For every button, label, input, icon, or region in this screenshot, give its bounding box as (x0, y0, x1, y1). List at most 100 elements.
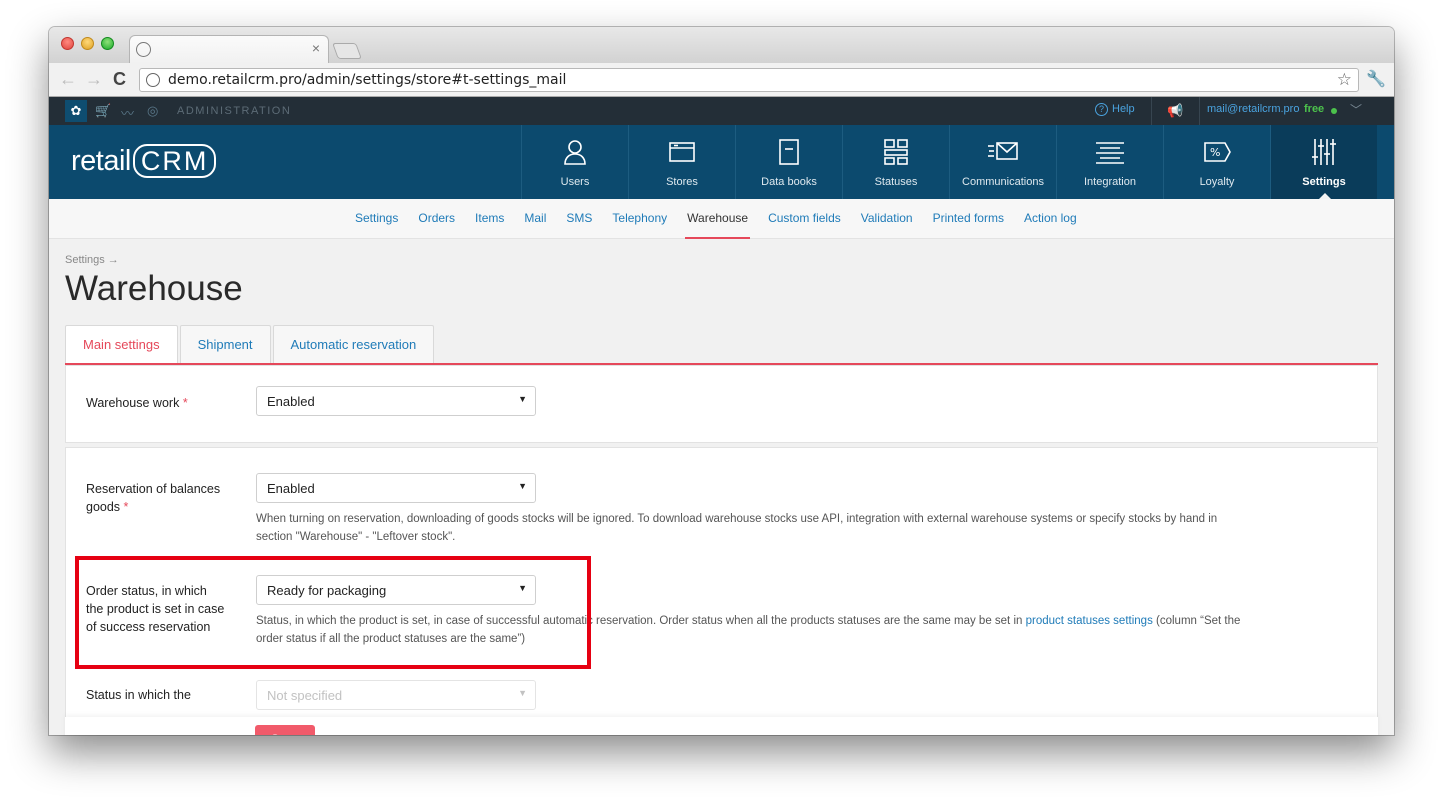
minimize-window-button[interactable] (81, 37, 94, 50)
target-icon[interactable]: ◎ (147, 103, 158, 119)
nav-users-label: Users (560, 176, 590, 188)
subnav-sms[interactable]: SMS (566, 211, 592, 225)
back-arrow-icon[interactable]: ← (59, 69, 77, 90)
caret-down-icon: ▼ (518, 688, 527, 698)
plan-badge: free (1304, 103, 1325, 115)
online-status-dot (1331, 108, 1337, 114)
settings-sliders-icon (1312, 139, 1336, 165)
subnav-validation[interactable]: Validation (861, 211, 913, 225)
subnav-warehouse[interactable]: Warehouse (685, 211, 750, 239)
close-tab-icon[interactable]: × (312, 40, 320, 56)
order-status-select[interactable]: Ready for packaging ▼ (256, 575, 536, 605)
logo-brand: CRM (132, 144, 217, 178)
loyalty-icon: % (1204, 142, 1231, 162)
globe-icon (136, 42, 151, 57)
nav-communications[interactable]: Communications (949, 125, 1056, 199)
save-button[interactable]: Save (255, 725, 315, 735)
address-bar[interactable]: demo.retailcrm.pro/admin/settings/store#… (139, 68, 1359, 92)
nav-loyalty-label: Loyalty (1199, 176, 1235, 188)
reservation-panel: Reservation of balances goods * Enabled … (65, 447, 1378, 735)
subnav-items[interactable]: Items (475, 211, 504, 225)
order-status-hint: Status, in which the product is set, in … (256, 612, 1256, 648)
admin-bar: ✿ 🛒 〰 ◎ ADMINISTRATION ? Help 📢 mail@reta… (49, 97, 1394, 125)
reload-icon[interactable]: C (113, 69, 126, 90)
nav-statuses[interactable]: Statuses (842, 125, 949, 199)
subnav-orders[interactable]: Orders (418, 211, 455, 225)
reservation-label-text: Reservation of balances goods (86, 482, 221, 514)
zoom-window-button[interactable] (101, 37, 114, 50)
subnav-telephony[interactable]: Telephony (612, 211, 667, 225)
megaphone-icon[interactable]: 📢 (1167, 103, 1183, 119)
nav-statuses-label: Statuses (874, 176, 918, 188)
tab-shipment[interactable]: Shipment (179, 325, 271, 363)
warehouse-work-value: Enabled (267, 394, 315, 409)
nav-settings[interactable]: Settings (1270, 125, 1377, 199)
nav-stores[interactable]: Stores (628, 125, 735, 199)
nav-data-books-label: Data books (761, 176, 817, 188)
next-field-select[interactable]: Not specified ▼ (256, 680, 536, 710)
user-email[interactable]: mail@retailcrm.pro (1207, 103, 1299, 115)
communications-icon (988, 142, 1018, 160)
caret-down-icon: ▼ (518, 481, 527, 491)
analytics-icon[interactable]: 〰 (121, 103, 134, 122)
product-statuses-settings-link[interactable]: product statuses settings (1026, 615, 1153, 627)
user-icon (564, 140, 586, 165)
caret-down-icon: ▼ (518, 394, 527, 404)
retailcrm-logo[interactable]: retail CRM (71, 144, 217, 178)
close-window-button[interactable] (61, 37, 74, 50)
nav-integration[interactable]: Integration (1056, 125, 1163, 199)
reservation-label: Reservation of balances goods * (86, 480, 236, 516)
caret-down-icon: ▼ (518, 583, 527, 593)
help-link[interactable]: ? Help (1095, 103, 1135, 116)
tab-main-settings[interactable]: Main settings (65, 325, 178, 363)
warehouse-work-select[interactable]: Enabled ▼ (256, 386, 536, 416)
reservation-value: Enabled (267, 481, 315, 496)
order-status-hint-text: Status, in which the product is set, in … (256, 615, 1026, 627)
next-field-value: Not specified (267, 688, 343, 703)
warehouse-work-label-text: Warehouse work (86, 396, 180, 410)
divider (1151, 97, 1152, 125)
nav-integration-label: Integration (1084, 176, 1136, 188)
help-label: Help (1112, 103, 1135, 115)
bookmark-star-icon[interactable]: ☆ (1337, 70, 1352, 90)
crm-header: retail CRM Users Stores Data books Status… (49, 125, 1394, 199)
nav-loyalty[interactable]: % Loyalty (1163, 125, 1270, 199)
new-tab-button[interactable] (332, 43, 362, 59)
settings-tabs: Main settings Shipment Automatic reserva… (65, 325, 436, 363)
browser-tab[interactable]: × (129, 35, 329, 63)
warehouse-work-label: Warehouse work * (86, 394, 188, 412)
book-icon (779, 139, 799, 165)
site-info-icon[interactable] (146, 73, 160, 87)
chevron-down-icon[interactable]: ﹀ (1350, 101, 1362, 118)
order-status-value: Ready for packaging (267, 583, 387, 598)
reservation-select[interactable]: Enabled ▼ (256, 473, 536, 503)
subnav-settings[interactable]: Settings (355, 211, 398, 225)
nav-users[interactable]: Users (521, 125, 628, 199)
statuses-icon (884, 139, 908, 165)
tab-automatic-reservation[interactable]: Automatic reservation (272, 325, 435, 363)
nav-communications-label: Communications (962, 176, 1044, 188)
logo-prefix: retail (71, 145, 131, 177)
next-field-label: Status in which the (86, 688, 191, 702)
required-marker: * (123, 500, 129, 514)
subnav-mail[interactable]: Mail (524, 211, 546, 225)
forward-arrow-icon[interactable]: → (85, 69, 103, 90)
gear-icon[interactable]: ✿ (65, 100, 87, 122)
store-icon (669, 142, 695, 162)
browser-window: × ← → C demo.retailcrm.pro/admin/setting… (49, 27, 1394, 735)
subnav-printed-forms[interactable]: Printed forms (933, 211, 1004, 225)
subnav-custom-fields[interactable]: Custom fields (768, 211, 841, 225)
cart-icon[interactable]: 🛒 (95, 103, 111, 119)
address-url: demo.retailcrm.pro/admin/settings/store#… (168, 72, 567, 88)
breadcrumb[interactable]: Settings → (65, 254, 119, 266)
form-footer: Save (65, 717, 1378, 735)
nav-stores-label: Stores (666, 176, 698, 188)
svg-text:%: % (1210, 146, 1220, 159)
nav-data-books[interactable]: Data books (735, 125, 842, 199)
subnav-action-log[interactable]: Action log (1024, 211, 1077, 225)
divider (1199, 97, 1200, 125)
browser-toolbar: ← → C demo.retailcrm.pro/admin/settings/… (49, 63, 1394, 97)
wrench-menu-icon[interactable]: 🔧 (1366, 69, 1386, 89)
order-status-label: Order status, in which the product is se… (86, 584, 225, 634)
main-navigation: Users Stores Data books Statuses Communi… (521, 125, 1377, 199)
